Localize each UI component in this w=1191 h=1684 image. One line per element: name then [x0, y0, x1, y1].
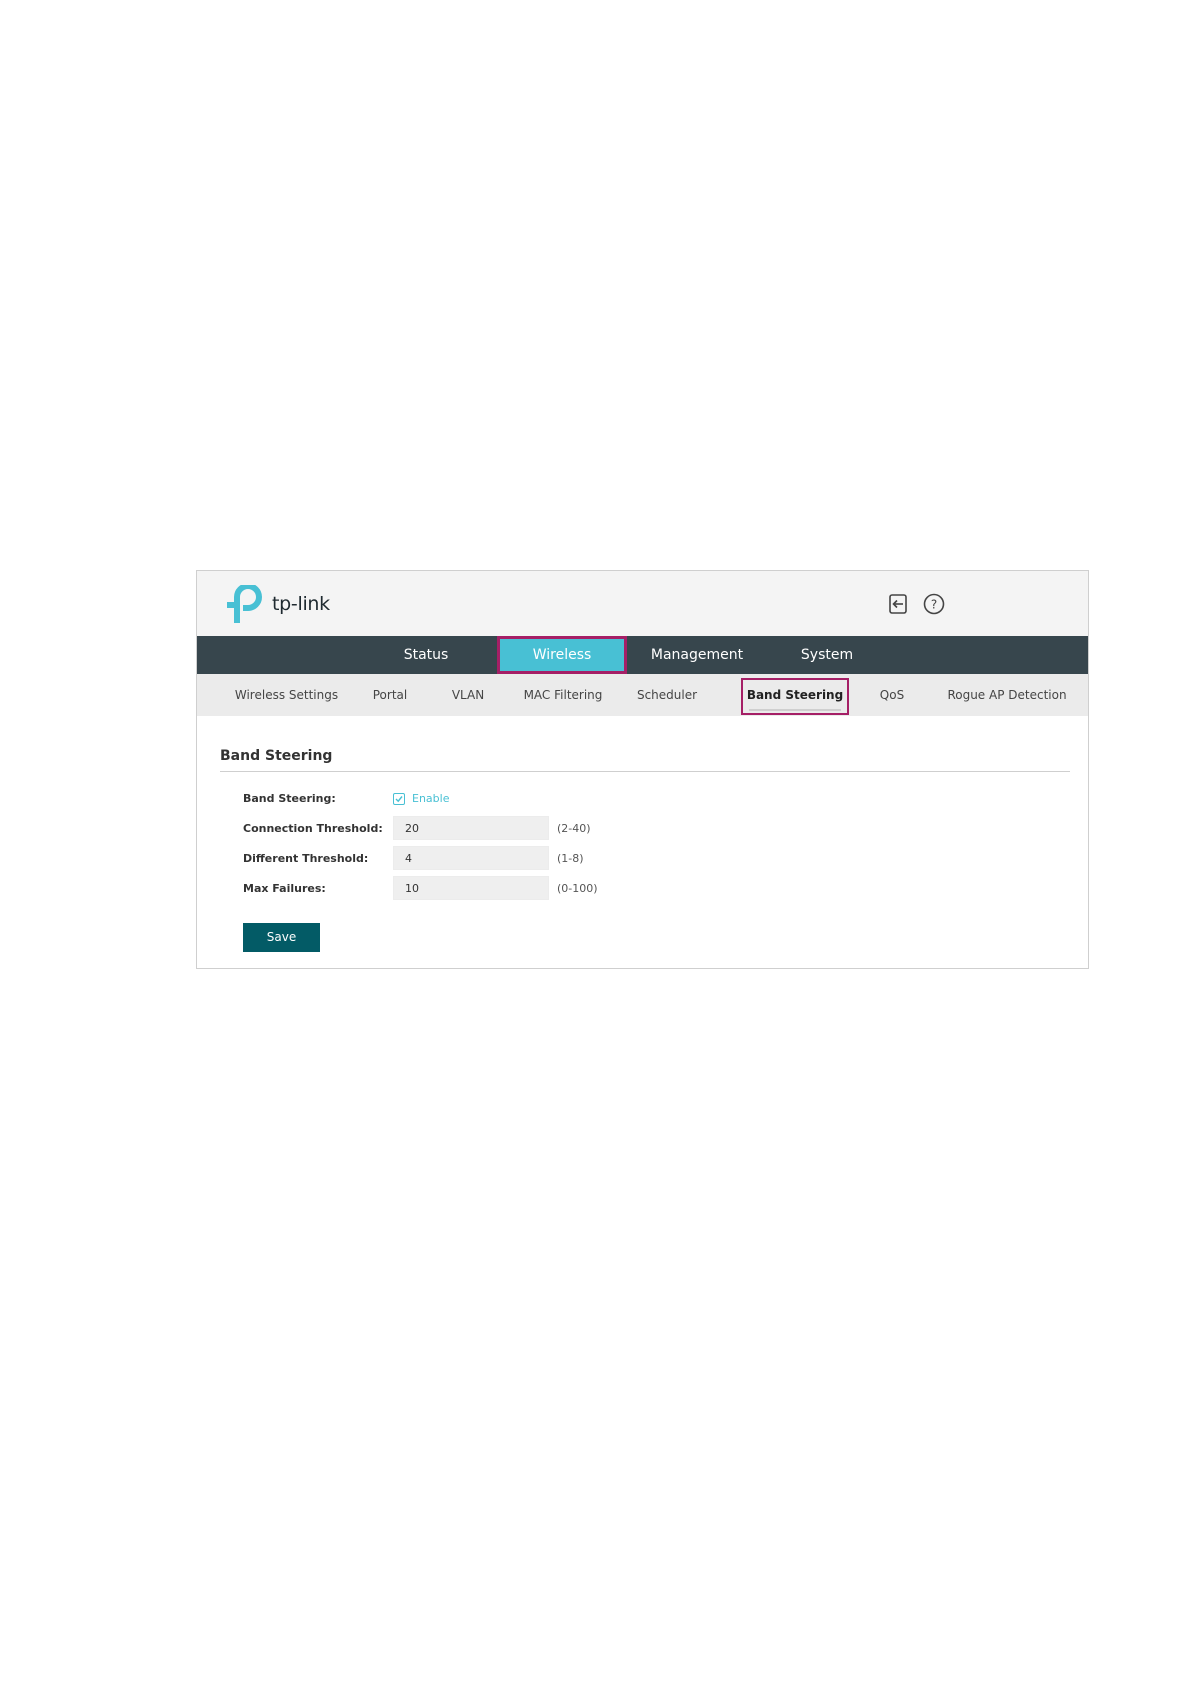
- max-failures-label: Max Failures:: [243, 882, 326, 895]
- connection-threshold-range: (2-40): [557, 822, 591, 835]
- tp-link-logo-icon: [227, 585, 262, 623]
- save-button[interactable]: Save: [243, 923, 320, 952]
- subtab-mac-filtering[interactable]: MAC Filtering: [517, 674, 609, 716]
- header-bar: tp-link ?: [197, 571, 1088, 636]
- connection-threshold-label: Connection Threshold:: [243, 822, 383, 835]
- app-window: tp-link ? Status Wireless Management Sys…: [196, 570, 1089, 969]
- tab-status[interactable]: Status: [387, 636, 465, 674]
- svg-text:?: ?: [931, 598, 937, 612]
- main-nav: Status Wireless Management System: [197, 636, 1088, 674]
- band-steering-checkbox[interactable]: [393, 793, 405, 805]
- tab-system[interactable]: System: [787, 636, 867, 674]
- subtab-wireless-settings[interactable]: Wireless Settings: [229, 674, 344, 716]
- subtab-portal[interactable]: Portal: [365, 674, 415, 716]
- subtab-scheduler[interactable]: Scheduler: [632, 674, 702, 716]
- section-title: Band Steering: [220, 748, 333, 764]
- band-steering-label: Band Steering:: [243, 792, 336, 805]
- help-icon[interactable]: ?: [923, 593, 945, 615]
- subtab-vlan[interactable]: VLAN: [447, 674, 489, 716]
- max-failures-range: (0-100): [557, 882, 598, 895]
- connection-threshold-input[interactable]: 20: [393, 816, 549, 840]
- tab-wireless[interactable]: Wireless: [497, 636, 627, 674]
- different-threshold-range: (1-8): [557, 852, 584, 865]
- checkmark-icon: [395, 796, 403, 803]
- different-threshold-input[interactable]: 4: [393, 846, 549, 870]
- section-divider: [220, 771, 1070, 772]
- logout-icon[interactable]: [887, 593, 909, 615]
- tab-management[interactable]: Management: [642, 636, 752, 674]
- tp-link-logo: tp-link: [227, 585, 330, 623]
- different-threshold-label: Different Threshold:: [243, 852, 369, 865]
- enable-label[interactable]: Enable: [412, 786, 449, 812]
- sub-nav: Wireless Settings Portal VLAN MAC Filter…: [197, 674, 1088, 716]
- subtab-qos[interactable]: QoS: [872, 674, 912, 716]
- logo-text: tp-link: [272, 593, 330, 615]
- subtab-band-steering[interactable]: Band Steering: [741, 678, 849, 715]
- subtab-rogue-ap-detection[interactable]: Rogue AP Detection: [942, 674, 1072, 716]
- max-failures-input[interactable]: 10: [393, 876, 549, 900]
